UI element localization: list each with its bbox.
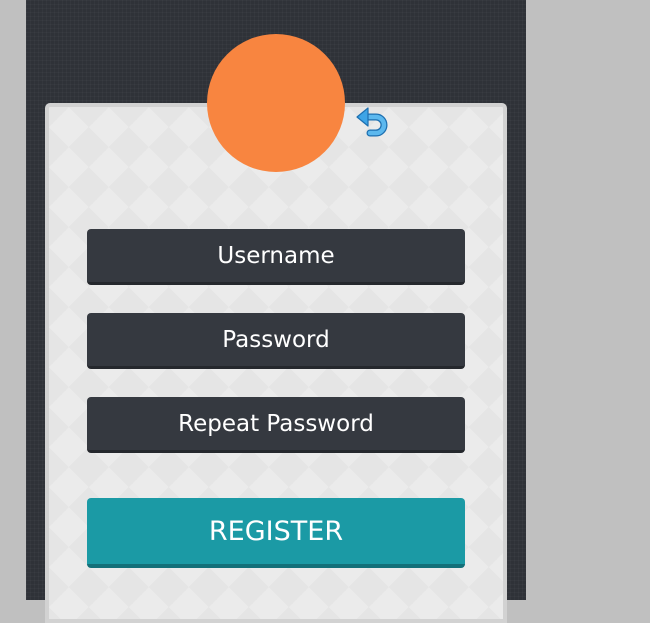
password-placeholder: Password [222,326,330,353]
repeat-password-field[interactable]: Repeat Password [87,397,465,453]
return-arrow-icon [356,107,388,137]
avatar [207,34,345,172]
repeat-password-placeholder: Repeat Password [178,410,374,437]
username-placeholder: Username [217,242,335,269]
register-button[interactable]: REGISTER [87,498,465,568]
password-field[interactable]: Password [87,313,465,369]
back-button[interactable] [354,103,390,139]
register-label: REGISTER [208,515,344,547]
username-field[interactable]: Username [87,229,465,285]
